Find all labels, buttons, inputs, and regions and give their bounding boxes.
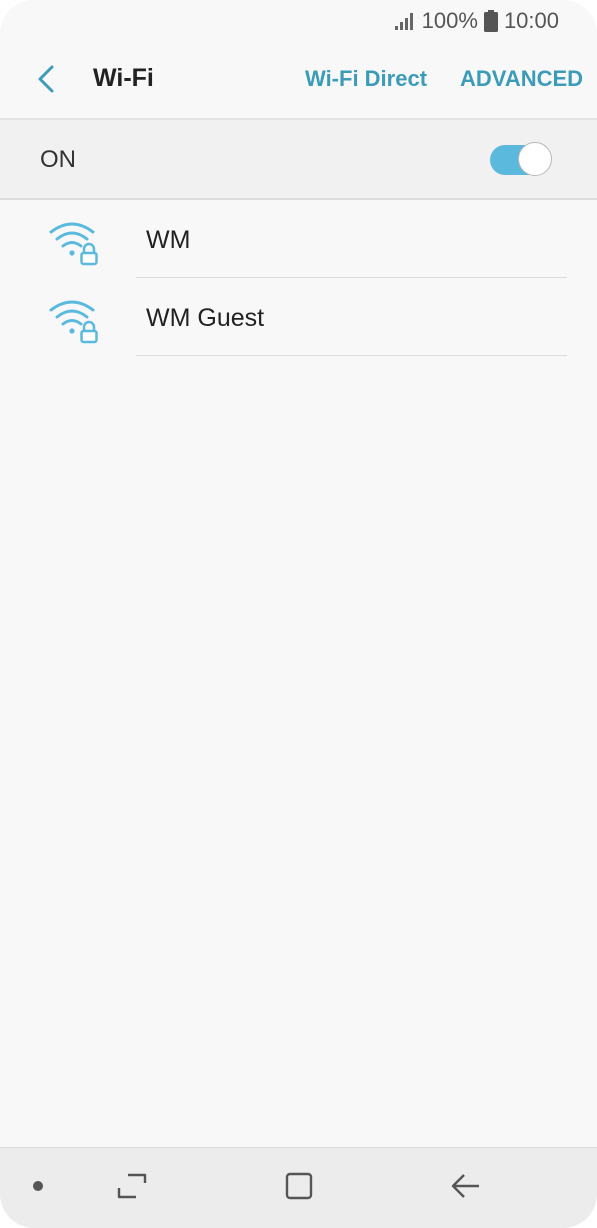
nav-back-button[interactable] [444, 1166, 488, 1210]
network-name: WM [146, 226, 191, 254]
master-switch-label: ON [40, 146, 76, 173]
signal-icon [394, 12, 416, 30]
home-button[interactable] [277, 1166, 321, 1210]
back-button[interactable] [28, 62, 64, 100]
advanced-button[interactable]: ADVANCED [460, 66, 583, 92]
network-name: WM Guest [146, 304, 265, 332]
status-indicators: 100% 10:00 [394, 8, 559, 34]
wifi-toggle[interactable] [490, 142, 552, 176]
nav-dot-icon [32, 1179, 44, 1197]
status-time: 10:00 [503, 8, 559, 33]
wifi-direct-button[interactable]: Wi-Fi Direct [305, 66, 427, 92]
back-arrow-icon [36, 64, 56, 99]
status-bar: 100% 10:00 [0, 0, 597, 44]
nav-dot-button[interactable] [16, 1166, 60, 1210]
battery-icon [483, 10, 498, 32]
recents-icon [117, 1172, 147, 1205]
network-item-wm-guest[interactable]: WM Guest [0, 278, 597, 356]
wifi-settings-screen: 100% 10:00 Wi-Fi Wi-Fi Direct ADVANCED O… [0, 0, 597, 1228]
wifi-lock-icon [48, 220, 102, 266]
wifi-master-switch-row[interactable]: ON [0, 120, 597, 200]
app-bar: Wi-Fi Wi-Fi Direct ADVANCED [0, 44, 597, 120]
toggle-knob [518, 142, 552, 176]
back-icon [450, 1172, 482, 1205]
wifi-lock-icon [48, 298, 102, 344]
network-item-wm[interactable]: WM [0, 200, 597, 278]
network-list: WM WM Guest [0, 200, 597, 356]
home-icon [284, 1171, 314, 1206]
recents-button[interactable] [110, 1166, 154, 1210]
battery-percent: 100% [421, 8, 478, 33]
page-title: Wi-Fi [93, 64, 154, 92]
list-divider [136, 355, 567, 356]
navigation-bar [0, 1147, 597, 1228]
